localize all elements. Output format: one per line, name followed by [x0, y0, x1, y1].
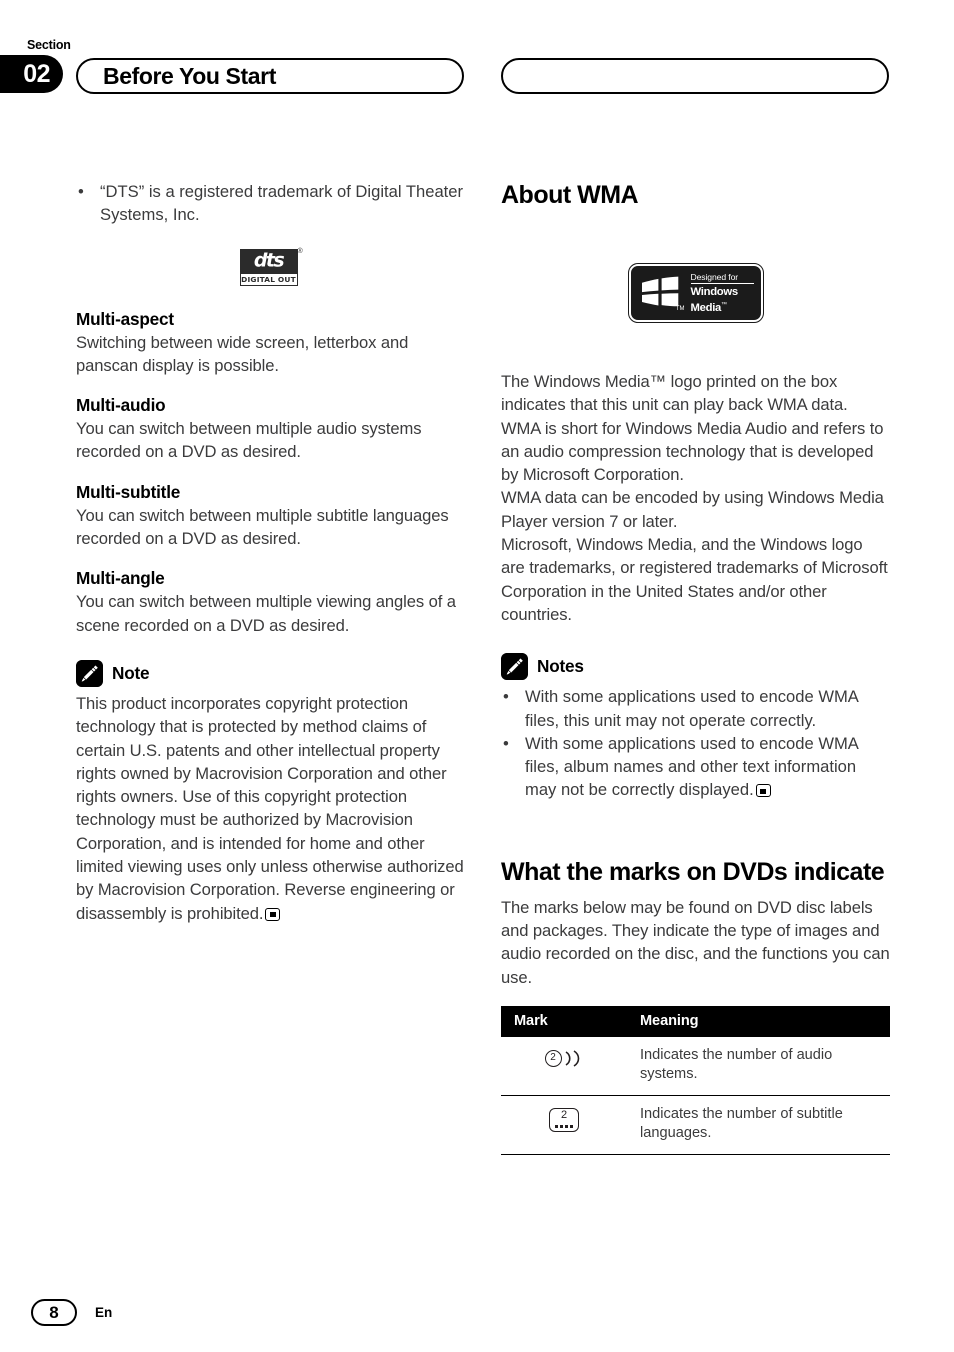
topic-heading: Multi-aspect: [76, 308, 174, 329]
table-cell-meaning: Indicates the number of subtitle languag…: [627, 1095, 890, 1155]
note-label: Note: [112, 662, 150, 683]
column-header-mark: Mark: [501, 1005, 627, 1037]
windows-media-brand: Windows Media™: [691, 284, 754, 314]
designed-for-label: Designed for: [690, 272, 754, 285]
topic-heading: Multi-subtitle: [76, 481, 181, 502]
notes-block: Notes • With some applications used to e…: [501, 653, 890, 801]
end-mark-icon: [755, 784, 771, 798]
note-list-item: • With some applications used to encode …: [501, 732, 890, 802]
end-mark-icon: [265, 907, 281, 921]
right-column: About WMA TM Designed for Windows Media™…: [501, 180, 890, 1155]
flag-trademark-icon: TM: [675, 306, 685, 312]
bullet-icon: •: [78, 182, 84, 201]
about-wma-body: The Windows Media™ logo printed on the b…: [501, 372, 888, 624]
topic-body: You can switch between multiple audio sy…: [76, 419, 422, 462]
header-pill-right: [501, 58, 889, 94]
sound-wave-icon: [565, 1050, 579, 1067]
bullet-icon: •: [503, 733, 509, 753]
topic-body: You can switch between multiple subtitle…: [76, 505, 449, 549]
windows-media-logo: TM Designed for Windows Media™: [501, 263, 890, 323]
topic-multi-aspect: Multi-aspect Switching between wide scre…: [76, 309, 465, 378]
notes-header: Notes: [501, 653, 890, 681]
windows-media-logo-text: Designed for Windows Media™: [684, 272, 754, 314]
audio-mark-number: 2: [544, 1049, 562, 1067]
page-title: Before You Start: [103, 62, 276, 89]
left-column: • “DTS” is a registered trademark of Dig…: [76, 180, 465, 925]
subtitle-languages-mark-icon: 2: [501, 1095, 627, 1155]
windows-flag-icon: TM: [638, 273, 685, 313]
marks-table: Mark Meaning 2 Indicates the number of a…: [501, 1005, 890, 1155]
marks-section-heading: What the marks on DVDs indicate: [501, 857, 885, 886]
note-item-text-content: With some applications used to encode WM…: [525, 733, 858, 800]
dts-trademark-bullet: • “DTS” is a registered trademark of Dig…: [76, 180, 465, 227]
column-header-meaning: Meaning: [627, 1005, 890, 1037]
dts-trademark-text: “DTS” is a registered trademark of Digit…: [100, 182, 464, 225]
note-header: Note: [76, 659, 465, 687]
note-item-text: With some applications used to encode WM…: [525, 732, 890, 802]
topic-multi-angle: Multi-angle You can switch between multi…: [76, 568, 465, 637]
page-footer: 8 En: [31, 1299, 112, 1326]
topic-heading: Multi-angle: [76, 568, 165, 589]
note-item-text: With some applications used to encode WM…: [525, 687, 858, 730]
note-block: Note This product incorporates copyright…: [76, 659, 465, 925]
topic-multi-audio: Multi-audio You can switch between multi…: [76, 395, 465, 464]
table-header-row: Mark Meaning: [501, 1005, 890, 1037]
subtitle-mark-number: 2: [560, 1108, 568, 1121]
section-word: Section: [27, 38, 71, 52]
table-row: 2 Indicates the number of audio systems.: [501, 1036, 890, 1096]
marks-section-body: The marks below may be found on DVD disc…: [501, 897, 890, 987]
dts-tagline: DIGITAL OUT: [239, 272, 298, 286]
brand-line-2: Media: [690, 301, 722, 314]
note-body-text: This product incorporates copyright prot…: [76, 693, 464, 923]
about-wma-heading: About WMA: [501, 181, 639, 209]
subtitle-dots-icon: [550, 1124, 578, 1128]
audio-systems-mark-icon: 2: [501, 1036, 627, 1096]
note-list-item: • With some applications used to encode …: [501, 685, 890, 732]
topic-multi-subtitle: Multi-subtitle You can switch between mu…: [76, 482, 465, 551]
dts-registered-icon: ®: [297, 247, 303, 255]
pencil-icon: [501, 653, 528, 681]
brand-line-1: Windows: [690, 286, 739, 299]
bullet-icon: •: [503, 687, 509, 707]
notes-label: Notes: [537, 656, 584, 677]
table-row: 2 Indicates the number of subtitle langu…: [501, 1095, 890, 1155]
dts-wordmark: dts: [253, 249, 285, 272]
language-code: En: [95, 1305, 113, 1320]
topic-heading: Multi-audio: [76, 395, 166, 416]
section-number-badge: 02: [0, 55, 63, 93]
page-number: 8: [31, 1299, 77, 1326]
table-cell-meaning: Indicates the number of audio systems.: [627, 1036, 890, 1096]
pencil-icon: [76, 659, 103, 687]
topic-body: Switching between wide screen, letterbox…: [76, 332, 409, 375]
section-title-pill: Before You Start: [76, 58, 464, 94]
note-body: This product incorporates copyright prot…: [76, 692, 465, 925]
dts-wordmark-box: dts: [239, 248, 298, 273]
dts-logo: dts ® DIGITAL OUT: [76, 247, 465, 286]
topic-body: You can switch between multiple viewing …: [76, 592, 456, 635]
brand-trademark-icon: ™: [721, 301, 727, 308]
